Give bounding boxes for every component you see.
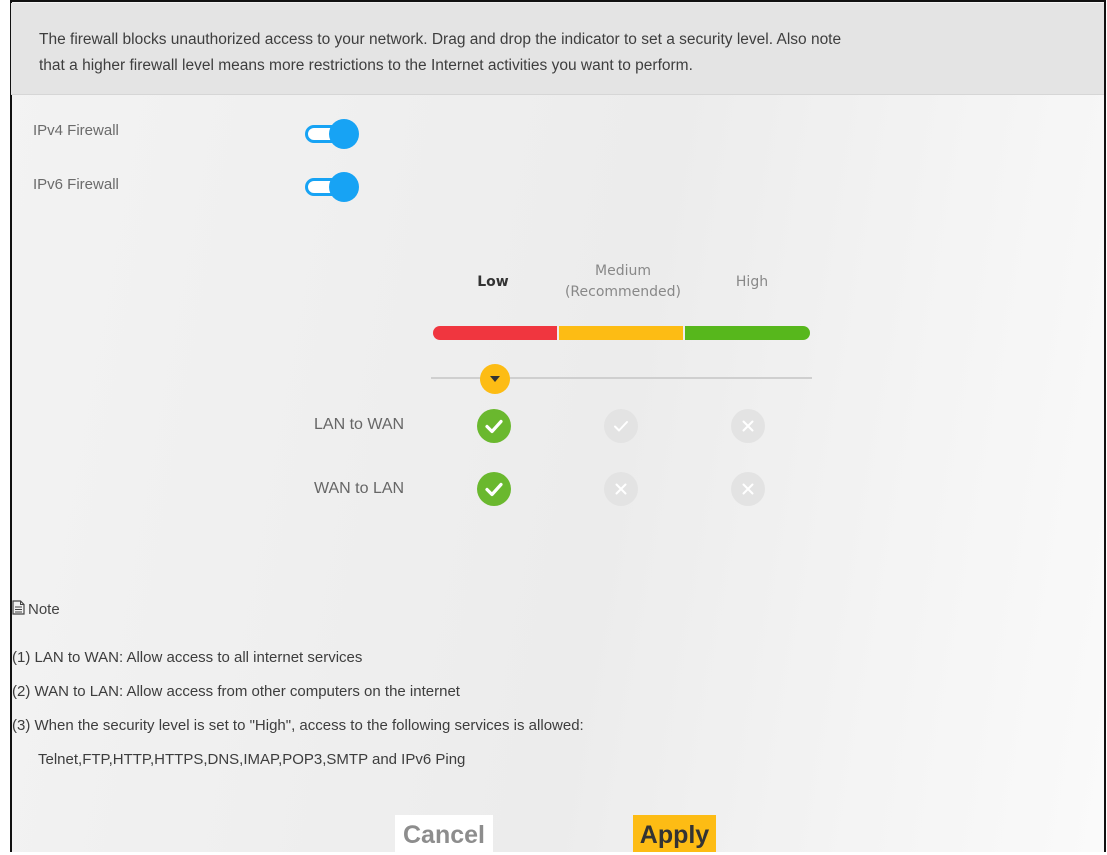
level-medium-label: Medium (Recommended) bbox=[542, 261, 704, 303]
note-item-4: Telnet,FTP,HTTP,HTTPS,DNS,IMAP,POP3,SMTP… bbox=[38, 751, 466, 768]
note-item-3: (3) When the security level is set to "H… bbox=[12, 717, 584, 734]
description-line-1: The firewall blocks unauthorized access … bbox=[39, 31, 842, 48]
level-bar-high bbox=[685, 326, 810, 340]
wan-to-lan-low-check-icon bbox=[477, 472, 511, 506]
description-box: The firewall blocks unauthorized access … bbox=[11, 3, 1104, 95]
wan-to-lan-medium-cross-icon bbox=[604, 472, 638, 506]
level-low-label: Low bbox=[477, 274, 509, 290]
wan-to-lan-label: WAN to LAN bbox=[314, 480, 405, 497]
toggle-knob bbox=[329, 119, 359, 149]
cancel-button[interactable]: Cancel bbox=[395, 815, 493, 852]
ipv6-firewall-label: IPv6 Firewall bbox=[33, 176, 119, 193]
lan-to-wan-medium-check-icon bbox=[604, 409, 638, 443]
note-title: Note bbox=[28, 601, 60, 618]
apply-button[interactable]: Apply bbox=[633, 815, 716, 852]
note-document-icon bbox=[12, 600, 25, 619]
note-item-2: (2) WAN to LAN: Allow access from other … bbox=[12, 683, 460, 700]
lan-to-wan-label: LAN to WAN bbox=[314, 416, 405, 433]
note-heading: Note bbox=[12, 600, 60, 619]
description-line-2: that a higher firewall level means more … bbox=[39, 57, 693, 74]
ipv6-firewall-toggle[interactable] bbox=[305, 172, 359, 202]
note-item-1: (1) LAN to WAN: Allow access to all inte… bbox=[12, 649, 363, 666]
ipv4-firewall-label: IPv4 Firewall bbox=[33, 122, 119, 139]
level-medium-title: Medium bbox=[595, 263, 651, 279]
wan-to-lan-high-cross-icon bbox=[731, 472, 765, 506]
ipv4-firewall-toggle[interactable] bbox=[305, 119, 359, 149]
lan-to-wan-high-cross-icon bbox=[731, 409, 765, 443]
level-bar-low bbox=[433, 326, 557, 340]
level-bar-medium bbox=[559, 326, 683, 340]
toggle-knob bbox=[329, 172, 359, 202]
top-border bbox=[10, 0, 1106, 2]
level-high-label: High bbox=[735, 274, 769, 290]
security-level-indicator[interactable] bbox=[480, 364, 510, 394]
level-medium-subtitle: (Recommended) bbox=[564, 284, 682, 300]
lan-to-wan-low-check-icon bbox=[477, 409, 511, 443]
